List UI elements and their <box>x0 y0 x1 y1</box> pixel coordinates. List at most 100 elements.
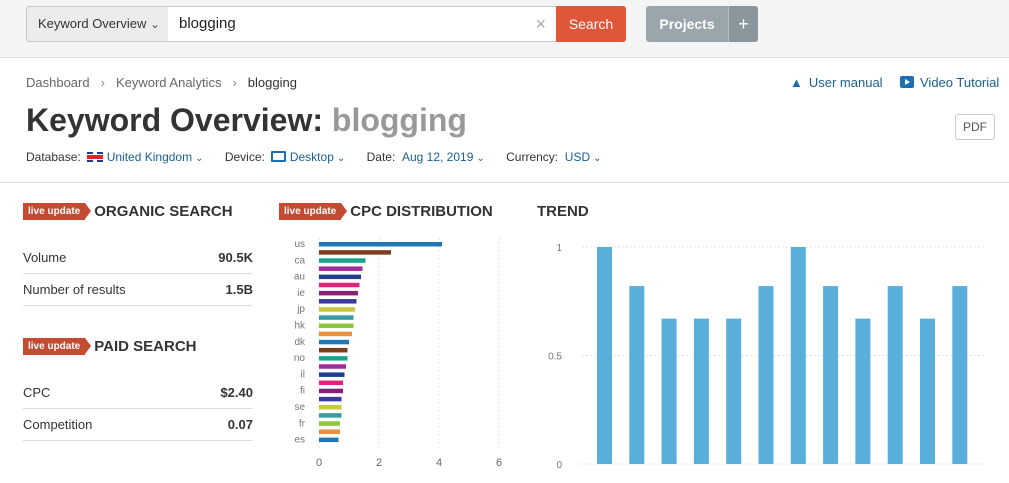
chevron-down-icon: ⌄ <box>336 153 346 164</box>
country-label: ca <box>294 255 305 266</box>
date-filter[interactable]: Date: Aug 12, 2019 ⌄ <box>367 150 485 164</box>
x-tick-label: 0 <box>316 457 322 469</box>
breadcrumb-current: blogging <box>247 75 297 90</box>
cpc-bar <box>319 266 363 271</box>
trend-bar <box>952 286 968 464</box>
user-manual-link[interactable]: ▲ User manual <box>790 75 883 90</box>
chevron-down-icon: ⌄ <box>149 17 160 31</box>
breadcrumb-dashboard[interactable]: Dashboard <box>26 75 90 90</box>
live-update-badge: live update <box>23 338 92 355</box>
database-filter[interactable]: Database: United Kingdom ⌄ <box>26 150 203 164</box>
cpc-bar <box>319 405 342 410</box>
metric-value: $2.40 <box>220 385 253 400</box>
country-label: fr <box>299 418 306 429</box>
currency-label: Currency: <box>506 150 559 164</box>
cpc-bar <box>319 242 442 247</box>
paid-search-heading: live update PAID SEARCH <box>23 338 196 355</box>
metric-value: 90.5K <box>218 250 253 265</box>
metric-row-competition: Competition 0.07 <box>23 409 253 441</box>
country-label: us <box>294 239 305 250</box>
device-value: Desktop <box>289 150 334 164</box>
cpc-bar <box>319 364 346 369</box>
add-project-button[interactable]: + <box>728 6 758 42</box>
date-label: Date: <box>366 150 396 164</box>
cpc-bar <box>319 437 339 443</box>
play-video-icon <box>900 76 914 88</box>
metric-row-cpc: CPC $2.40 <box>23 377 253 409</box>
cpc-bar <box>319 388 343 394</box>
cpc-bar <box>319 396 342 402</box>
device-label: Device: <box>224 150 265 164</box>
country-label: se <box>294 402 305 413</box>
desktop-icon <box>270 151 286 162</box>
trend-chart: 00.51 <box>548 243 984 471</box>
projects-button[interactable]: Projects <box>646 6 728 42</box>
cpc-bar <box>319 282 360 288</box>
pdf-export-button[interactable]: PDF <box>955 114 995 140</box>
metric-value: 1.5B <box>225 282 253 297</box>
cpc-bar <box>319 258 366 263</box>
chevron-down-icon: ⌄ <box>476 153 485 164</box>
video-tutorial-label: Video Tutorial <box>920 75 1000 90</box>
video-tutorial-link[interactable]: Video Tutorial <box>900 75 999 90</box>
search-button[interactable]: Search <box>556 6 626 42</box>
user-manual-label: User manual <box>808 75 883 90</box>
trend-bar <box>726 318 742 464</box>
metric-value: 0.07 <box>227 417 253 432</box>
filter-bar: Database: United Kingdom ⌄ Device: Desktop ⌄… <box>26 150 620 164</box>
country-label: hk <box>294 321 306 332</box>
cpc-bar <box>319 347 348 353</box>
cpc-bar <box>319 274 361 280</box>
metric-row-results: Number of results 1.5B <box>23 274 253 306</box>
cpc-bar <box>319 307 355 312</box>
y-tick-label: 0 <box>556 460 562 471</box>
cpc-bar <box>319 429 340 434</box>
breadcrumb-keyword-analytics[interactable]: Keyword Analytics <box>116 75 222 90</box>
organic-search-heading: live update ORGANIC SEARCH <box>23 203 233 220</box>
trend-bar <box>855 318 871 464</box>
database-label: Database: <box>26 150 81 164</box>
report-type-dropdown[interactable]: Keyword Overview ⌄ <box>26 6 169 42</box>
metric-label: Volume <box>23 250 67 265</box>
currency-filter[interactable]: Currency: USD ⌄ <box>506 150 601 164</box>
metric-label: Number of results <box>23 282 126 297</box>
clear-icon[interactable]: × <box>535 7 546 41</box>
country-label: no <box>294 353 306 364</box>
trend-bar <box>823 286 839 464</box>
breadcrumb-separator: › <box>100 75 105 90</box>
trend-bar <box>597 247 612 464</box>
trend-heading: TREND <box>537 203 589 220</box>
cpc-bar <box>319 290 358 296</box>
country-label: ie <box>297 288 305 299</box>
currency-value: USD <box>564 150 591 164</box>
cpc-distribution-title: CPC DISTRIBUTION <box>350 203 493 220</box>
section-divider <box>0 182 1009 183</box>
country-label: il <box>301 369 305 380</box>
uk-flag-icon <box>86 152 103 162</box>
report-type-label: Keyword Overview <box>38 16 147 31</box>
country-label: fi <box>300 386 305 397</box>
trend-bar <box>887 286 903 464</box>
x-tick-label: 6 <box>496 457 502 469</box>
country-label: au <box>294 272 305 283</box>
cpc-distribution-heading: live update CPC DISTRIBUTION <box>279 203 493 220</box>
search-query: blogging <box>179 15 236 32</box>
device-filter[interactable]: Device: Desktop ⌄ <box>225 150 345 164</box>
live-update-badge: live update <box>279 203 348 220</box>
live-update-badge: live update <box>23 203 92 220</box>
chevron-down-icon: ⌄ <box>195 153 204 164</box>
cpc-bar <box>319 315 354 320</box>
metric-label: CPC <box>23 385 51 400</box>
cpc-bar <box>319 421 340 426</box>
date-value: Aug 12, 2019 <box>401 150 474 164</box>
country-label: es <box>294 435 305 446</box>
cpc-bar <box>319 380 343 386</box>
cpc-bar <box>319 323 354 328</box>
search-input[interactable]: blogging × <box>168 6 557 42</box>
trend-bar <box>790 247 806 464</box>
country-label: dk <box>294 337 306 348</box>
breadcrumb: Dashboard › Keyword Analytics › blogging <box>26 75 297 90</box>
breadcrumb-separator: › <box>232 75 237 90</box>
cpc-bar <box>319 250 391 255</box>
trend-bar <box>758 286 774 464</box>
